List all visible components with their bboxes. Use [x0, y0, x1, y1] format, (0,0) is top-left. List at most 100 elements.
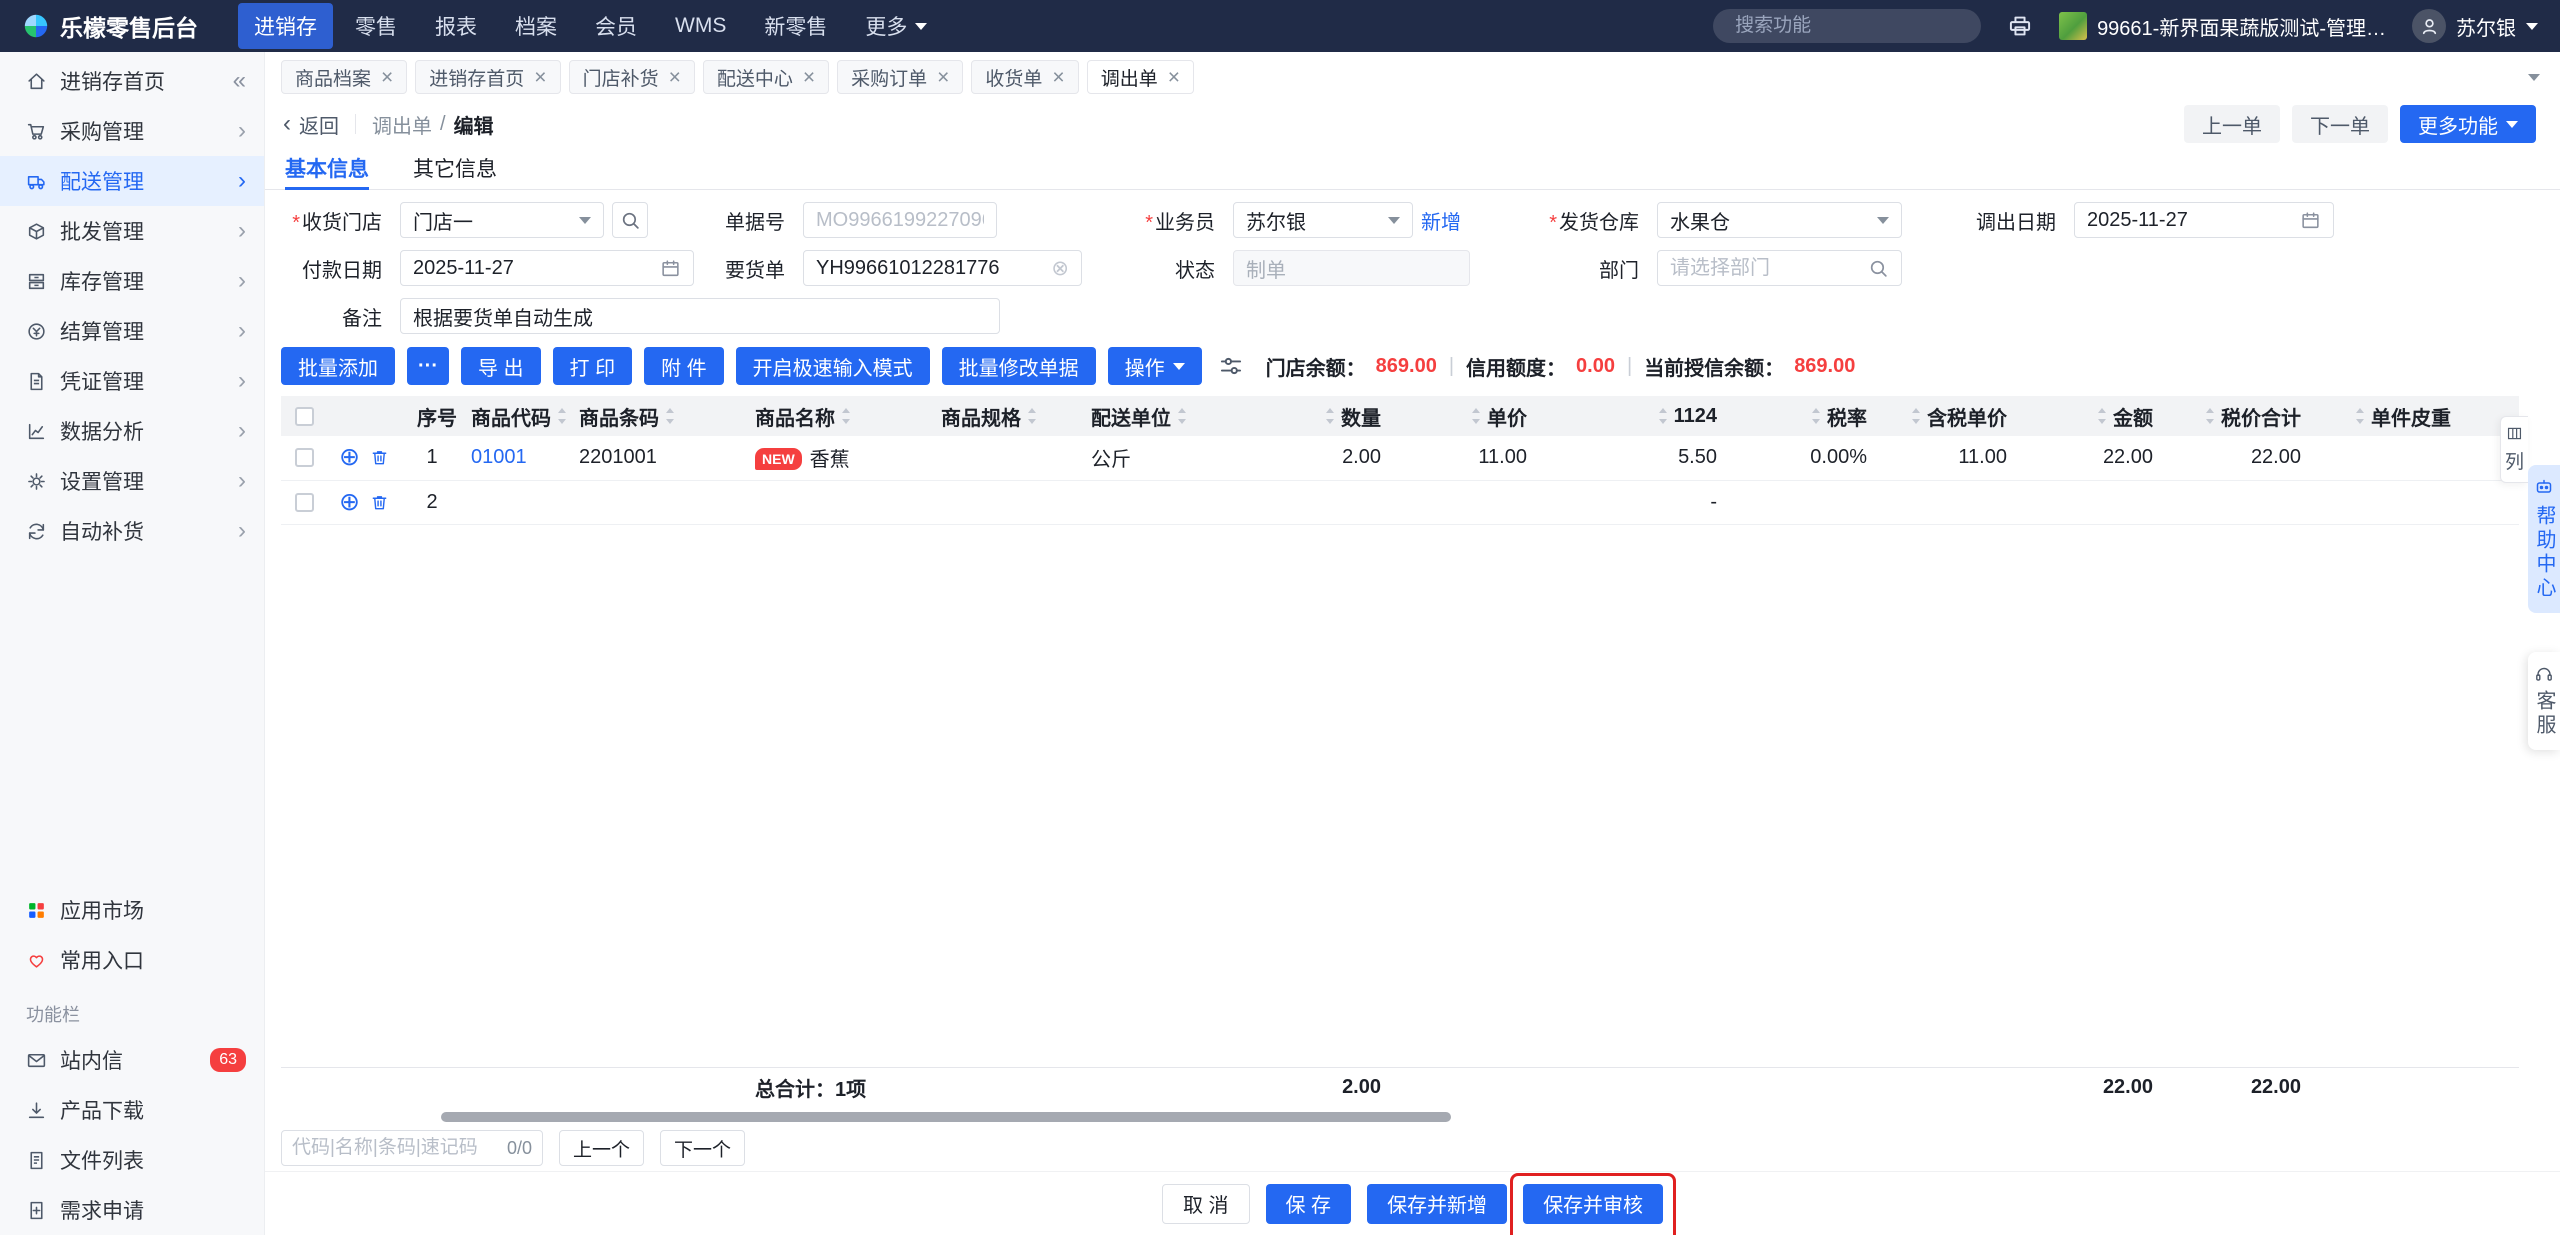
row-checkbox[interactable]: [294, 448, 314, 468]
col-header-1124[interactable]: 1124: [1539, 396, 1729, 436]
col-header-select-all[interactable]: [281, 396, 327, 436]
delete-row-icon[interactable]: [370, 448, 389, 467]
cancel-button[interactable]: 取 消: [1161, 1183, 1250, 1224]
sidebar-item-downloads[interactable]: 产品下载: [0, 1085, 264, 1135]
col-header-tax-price[interactable]: 含税单价: [1879, 396, 2019, 436]
cell-code[interactable]: [459, 480, 567, 525]
add-row-icon[interactable]: ⊕: [339, 489, 360, 515]
receiving-store-select[interactable]: 门店一: [400, 202, 604, 238]
doc-tab-store-replenish[interactable]: 门店补货 ×: [568, 60, 695, 94]
speed-input-mode-button[interactable]: 开启极速输入模式: [735, 347, 930, 385]
sidebar-item-voucher[interactable]: 凭证管理 ›: [0, 356, 264, 406]
col-header-amount[interactable]: 金额: [2019, 396, 2165, 436]
warehouse-select[interactable]: 水果仓: [1657, 202, 1902, 238]
doc-tab-purchase-order[interactable]: 采购订单 ×: [837, 60, 964, 94]
department-input-wrap[interactable]: [1657, 250, 1902, 286]
row-checkbox[interactable]: [294, 492, 314, 512]
menu-item-archives[interactable]: 档案: [499, 3, 573, 49]
request-doc-input[interactable]: [816, 256, 1044, 280]
save-and-audit-button[interactable]: 保存并审核: [1523, 1183, 1664, 1224]
clear-icon[interactable]: ⊗: [1051, 258, 1069, 279]
col-header-unit[interactable]: 配送单位: [1079, 396, 1261, 436]
sidebar-item-favorites[interactable]: 常用入口: [0, 935, 264, 985]
more-functions-button[interactable]: 更多功能: [2400, 105, 2536, 143]
out-date-input[interactable]: 2025-11-27: [2074, 202, 2334, 238]
close-tab-icon[interactable]: ×: [1052, 67, 1064, 88]
tabs-overflow-button[interactable]: [2528, 73, 2540, 81]
delete-row-icon[interactable]: [370, 493, 389, 512]
department-input[interactable]: [1670, 256, 1860, 280]
action-dropdown-button[interactable]: 操作: [1107, 347, 1202, 385]
column-settings-tab[interactable]: 列: [2500, 416, 2528, 483]
close-tab-icon[interactable]: ×: [937, 67, 949, 88]
quick-search-box[interactable]: 0/0: [281, 1130, 543, 1166]
global-search-input[interactable]: [1735, 15, 1981, 37]
help-center-float[interactable]: 帮助中心: [2528, 465, 2560, 613]
sidebar-item-app-market[interactable]: 应用市场: [0, 885, 264, 935]
close-tab-icon[interactable]: ×: [669, 67, 681, 88]
display-settings-icon[interactable]: [1218, 353, 1244, 379]
menu-item-more[interactable]: 更多: [849, 3, 943, 49]
global-search[interactable]: [1713, 9, 1982, 43]
close-tab-icon[interactable]: ×: [803, 67, 815, 88]
sidebar-item-inbox[interactable]: 站内信 63: [0, 1035, 264, 1085]
sidebar-item-settings[interactable]: 设置管理 ›: [0, 456, 264, 506]
sidebar-item-auto-replenish[interactable]: 自动补货 ›: [0, 506, 264, 556]
menu-item-reports[interactable]: 报表: [419, 3, 493, 49]
doc-tab-receipt[interactable]: 收货单 ×: [971, 60, 1079, 94]
batch-edit-button[interactable]: 批量修改单据: [941, 347, 1096, 385]
scrollbar-thumb[interactable]: [441, 1112, 1451, 1122]
sidebar-item-analytics[interactable]: 数据分析 ›: [0, 406, 264, 456]
request-doc-input-wrap[interactable]: ⊗: [803, 250, 1082, 286]
tab-basic-info[interactable]: 基本信息: [285, 146, 369, 190]
sidebar-item-wholesale[interactable]: 批发管理 ›: [0, 206, 264, 256]
search-icon[interactable]: [1868, 258, 1889, 279]
sidebar-item-settlement[interactable]: 结算管理 ›: [0, 306, 264, 356]
quick-search-input[interactable]: [292, 1137, 499, 1159]
collapse-sidebar-icon[interactable]: «: [233, 67, 246, 95]
doc-tab-inventory-home[interactable]: 进销存首页 ×: [415, 60, 561, 94]
sidebar-item-purchase[interactable]: 采购管理 ›: [0, 106, 264, 156]
save-and-new-button[interactable]: 保存并新增: [1367, 1183, 1508, 1224]
store-selector[interactable]: 99661-新界面果蔬版测试-管理…: [2059, 12, 2386, 41]
close-tab-icon[interactable]: ×: [534, 67, 546, 88]
prev-doc-button[interactable]: 上一单: [2184, 105, 2280, 143]
col-header-price[interactable]: 单价: [1393, 396, 1539, 436]
col-header-tax-total[interactable]: 税价合计: [2165, 396, 2313, 436]
remark-input-wrap[interactable]: [400, 298, 1000, 334]
menu-item-wms[interactable]: WMS: [659, 6, 742, 46]
pay-date-input[interactable]: 2025-11-27: [400, 250, 694, 286]
attachment-button[interactable]: 附 件: [644, 347, 724, 385]
batch-add-button[interactable]: 批量添加: [281, 347, 395, 385]
salesman-select[interactable]: 苏尔银: [1233, 202, 1413, 238]
sidebar-item-stock[interactable]: 库存管理 ›: [0, 256, 264, 306]
more-actions-button[interactable]: ···: [407, 347, 449, 385]
col-header-qty[interactable]: 数量: [1261, 396, 1393, 436]
col-header-tax-rate[interactable]: 税率: [1729, 396, 1879, 436]
sidebar-item-distribution[interactable]: 配送管理 ›: [0, 156, 264, 206]
sidebar-item-file-list[interactable]: 文件列表: [0, 1135, 264, 1185]
print-button[interactable]: 打 印: [552, 347, 633, 385]
next-doc-button[interactable]: 下一单: [2292, 105, 2388, 143]
store-search-button[interactable]: [612, 202, 648, 238]
back-button[interactable]: ‹ 返回: [283, 110, 339, 139]
add-salesman-link[interactable]: 新增: [1421, 206, 1461, 235]
prev-match-button[interactable]: 上一个: [559, 1130, 645, 1166]
product-code-link[interactable]: 01001: [471, 446, 527, 468]
user-menu[interactable]: 苏尔银: [2412, 9, 2538, 43]
customer-service-float[interactable]: 客服: [2528, 652, 2560, 750]
add-row-icon[interactable]: ⊕: [339, 445, 360, 470]
col-header-code[interactable]: 商品代码: [459, 396, 567, 436]
col-header-name[interactable]: 商品名称: [743, 396, 929, 436]
menu-item-inventory[interactable]: 进销存: [238, 3, 333, 49]
remark-input[interactable]: [413, 304, 987, 328]
doc-tab-goods-archive[interactable]: 商品档案 ×: [281, 60, 408, 94]
doc-tab-distribution-center[interactable]: 配送中心 ×: [702, 60, 830, 94]
select-all-checkbox[interactable]: [294, 406, 314, 426]
sidebar-item-home[interactable]: 进销存首页 «: [0, 56, 264, 106]
col-header-barcode[interactable]: 商品条码: [567, 396, 743, 436]
close-tab-icon[interactable]: ×: [381, 67, 393, 88]
menu-item-new-retail[interactable]: 新零售: [748, 3, 843, 49]
save-button[interactable]: 保 存: [1265, 1183, 1352, 1224]
printer-icon[interactable]: [2007, 13, 2033, 39]
